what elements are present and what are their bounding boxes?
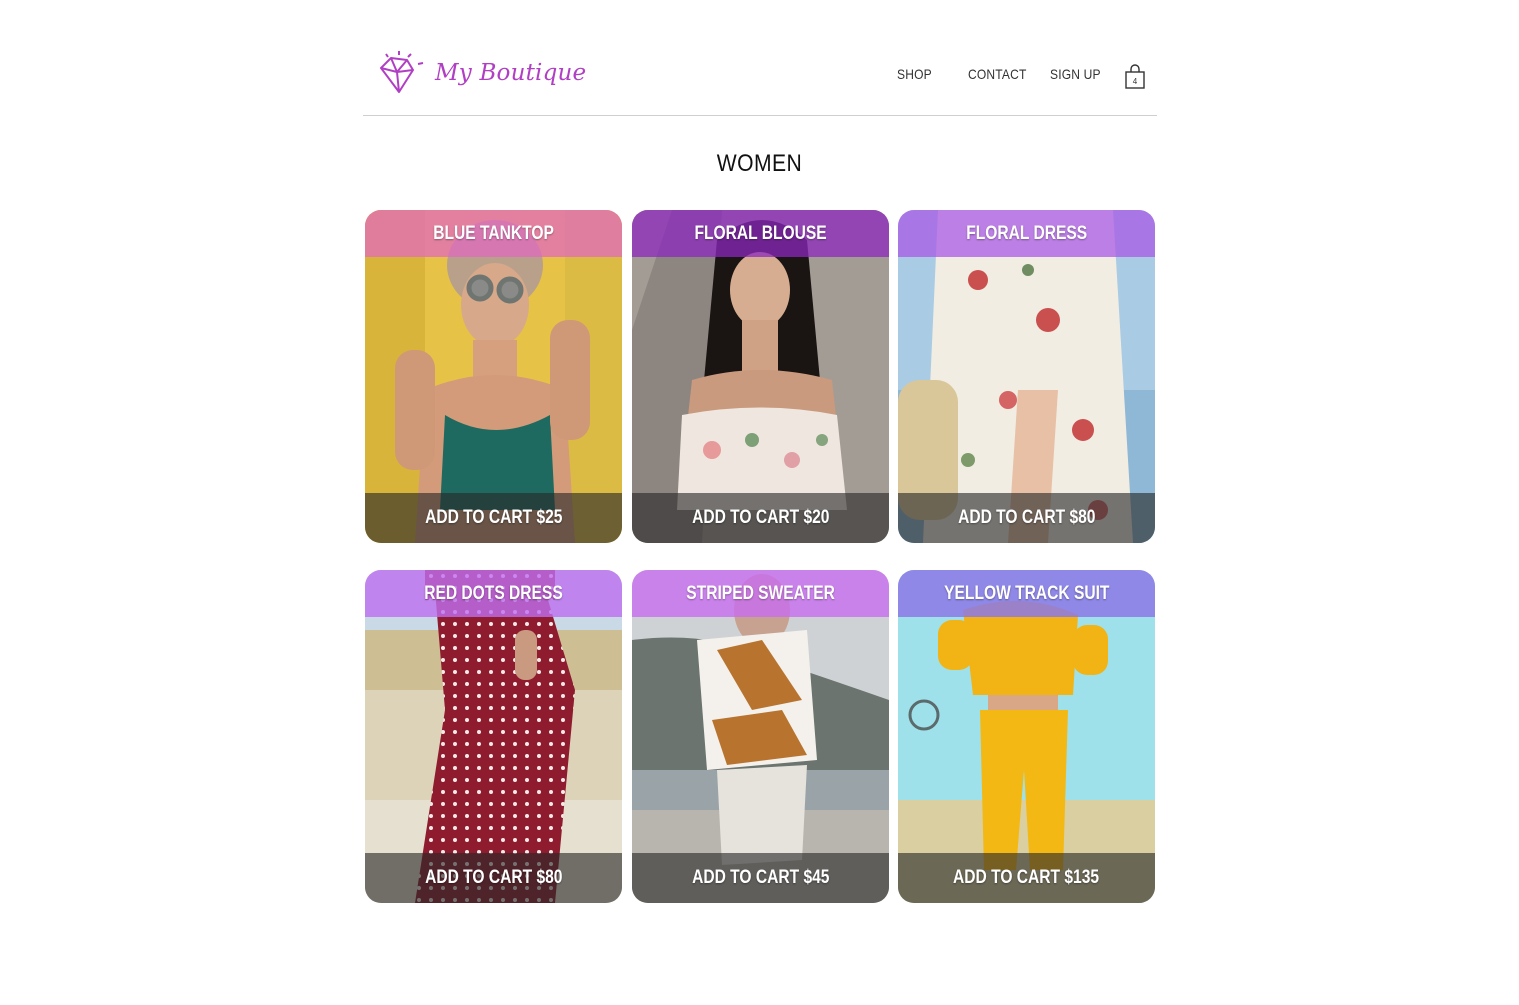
add-to-cart-label: ADD TO CART $20 [691,507,830,528]
nav-shop-link[interactable]: SHOP [897,66,932,82]
page-title: WOMEN [716,150,803,177]
product-name-band: FLORAL BLOUSE [632,210,889,257]
add-to-cart-label: ADD TO CART $25 [424,507,563,528]
product-card[interactable]: RED DOTS DRESS ADD TO CART $80 [365,570,622,903]
product-card[interactable]: STRIPED SWEATER ADD TO CART $45 [632,570,889,903]
site-header: My Boutique SHOP CONTACT SIGN UP 4 [363,40,1157,116]
product-name-band: RED DOTS DRESS [365,570,622,617]
product-card[interactable]: BLUE TANKTOP ADD TO CART $25 [365,210,622,543]
add-to-cart-label: ADD TO CART $80 [424,867,563,888]
product-name: RED DOTS DRESS [424,582,563,604]
add-to-cart-button[interactable]: ADD TO CART $20 [632,493,889,543]
add-to-cart-button[interactable]: ADD TO CART $80 [365,853,622,903]
add-to-cart-button[interactable]: ADD TO CART $45 [632,853,889,903]
add-to-cart-label: ADD TO CART $45 [691,867,830,888]
brand-name: My Boutique [435,60,587,86]
product-name: FLORAL BLOUSE [694,222,827,244]
product-card[interactable]: YELLOW TRACK SUIT ADD TO CART $135 [898,570,1155,903]
product-name-band: FLORAL DRESS [898,210,1155,257]
product-name: STRIPED SWEATER [686,582,835,604]
product-name-band: BLUE TANKTOP [365,210,622,257]
shopping-bag-icon: 4 [1125,64,1145,89]
add-to-cart-button[interactable]: ADD TO CART $135 [898,853,1155,903]
product-name: YELLOW TRACK SUIT [943,582,1110,604]
product-name: BLUE TANKTOP [433,222,554,244]
brand-logo[interactable]: My Boutique [377,48,586,98]
product-card[interactable]: FLORAL BLOUSE ADD TO CART $20 [632,210,889,543]
nav-sign-up-link[interactable]: SIGN UP [1050,66,1101,82]
add-to-cart-label: ADD TO CART $135 [953,867,1100,888]
cart-button[interactable]: 4 [1125,64,1145,90]
nav-contact-link[interactable]: CONTACT [968,66,1027,82]
product-name: FLORAL DRESS [966,222,1087,244]
product-name-band: YELLOW TRACK SUIT [898,570,1155,617]
add-to-cart-button[interactable]: ADD TO CART $80 [898,493,1155,543]
add-to-cart-button[interactable]: ADD TO CART $25 [365,493,622,543]
product-card[interactable]: FLORAL DRESS ADD TO CART $80 [898,210,1155,543]
product-name-band: STRIPED SWEATER [632,570,889,617]
diamond-icon [380,51,424,93]
add-to-cart-label: ADD TO CART $80 [957,507,1096,528]
cart-count: 4 [1133,77,1138,86]
